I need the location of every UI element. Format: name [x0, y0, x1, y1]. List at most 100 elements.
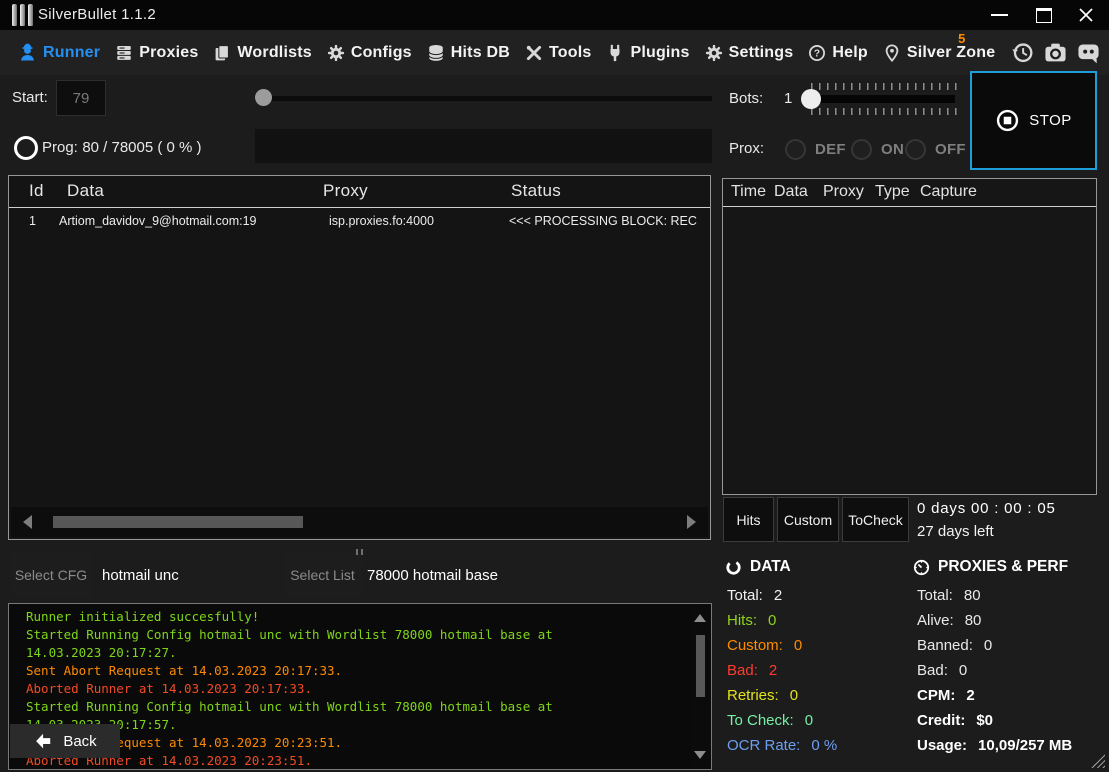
- window-resize-grip[interactable]: [1091, 754, 1105, 768]
- start-slider[interactable]: [255, 88, 712, 108]
- stat-data-ocr-rate: OCR Rate:0 %: [727, 737, 837, 754]
- radio-on-icon[interactable]: [851, 139, 872, 160]
- start-slider-thumb[interactable]: [255, 89, 272, 106]
- proxies-stats-header: PROXIES & PERF: [913, 558, 1068, 576]
- tab-custom[interactable]: Custom: [777, 497, 839, 542]
- discord-button[interactable]: [1076, 41, 1100, 65]
- stop-icon: [995, 108, 1020, 133]
- maximize-button[interactable]: [1030, 5, 1058, 25]
- radio-off-icon[interactable]: [905, 139, 926, 160]
- stat-proxy-bad: Bad: 0: [917, 662, 967, 679]
- row-proxy: isp.proxies.fo:4000: [329, 214, 499, 228]
- splitter-grip[interactable]: [356, 549, 363, 555]
- silver-zone-badge: 5: [958, 31, 965, 46]
- menu-item-settings[interactable]: Settings: [705, 44, 794, 62]
- stat-label: Bad:: [917, 662, 948, 679]
- stat-label: Custom:: [727, 637, 783, 654]
- gauge-icon: [913, 559, 930, 576]
- prox-radio-off[interactable]: OFF: [905, 139, 966, 160]
- row-status: <<< PROCESSING BLOCK: REC: [509, 214, 708, 228]
- stat-value: 80: [965, 612, 982, 629]
- stat-value: 0 %: [811, 737, 837, 754]
- minimize-button[interactable]: [985, 5, 1013, 25]
- stat-label: Usage:: [917, 737, 967, 754]
- menu-item-hits-db[interactable]: Hits DB: [427, 44, 510, 62]
- stat-value: 0: [794, 637, 802, 654]
- close-icon: [1078, 7, 1094, 23]
- hits-col-type: Type: [875, 183, 910, 201]
- select-cfg-button[interactable]: Select CFG: [10, 552, 92, 598]
- scroll-up-arrow-icon[interactable]: [694, 614, 706, 622]
- stat-data-hits: Hits:0: [727, 612, 776, 629]
- select-cfg-label: Select CFG: [15, 567, 87, 583]
- col-header-status: Status: [511, 181, 561, 201]
- menu-item-wordlists[interactable]: Wordlists: [213, 44, 311, 62]
- tab-custom-label: Custom: [784, 512, 832, 528]
- radio-def-icon[interactable]: [785, 139, 806, 160]
- menu-label-silver-zone: Silver Zone: [907, 44, 995, 62]
- back-arrow-icon: [33, 731, 54, 752]
- row-data: Artiom_davidov_9@hotmail.com:19: [59, 214, 321, 228]
- window-title: SilverBullet 1.1.2: [38, 6, 156, 23]
- col-header-id: Id: [29, 181, 44, 201]
- tab-tocheck[interactable]: ToCheck: [842, 497, 909, 542]
- bots-value: 1: [784, 90, 792, 107]
- hits-col-proxy: Proxy: [823, 183, 864, 201]
- data-stats-header: DATA: [725, 558, 791, 576]
- back-button[interactable]: Back: [10, 724, 120, 758]
- scroll-left-arrow-icon[interactable]: [23, 515, 32, 529]
- menu-bar: Runner Proxies Wordlists Configs Hits DB…: [0, 30, 1109, 75]
- tab-hits-label: Hits: [736, 512, 760, 528]
- start-input[interactable]: [56, 80, 106, 116]
- prox-radio-def[interactable]: DEF: [785, 139, 846, 160]
- menu-item-plugins[interactable]: Plugins: [606, 44, 689, 62]
- menu-label-configs: Configs: [351, 44, 412, 62]
- tab-hits[interactable]: Hits: [723, 497, 774, 542]
- horizontal-scroll-thumb[interactable]: [53, 516, 303, 528]
- history-button[interactable]: [1010, 41, 1034, 65]
- log-scrollbar[interactable]: [691, 605, 710, 768]
- menu-item-configs[interactable]: Configs: [327, 44, 412, 62]
- menu-item-tools[interactable]: Tools: [525, 44, 591, 62]
- scroll-down-arrow-icon[interactable]: [694, 751, 706, 759]
- log-scroll-thumb[interactable]: [696, 635, 705, 697]
- progress-bar: [255, 129, 712, 163]
- select-list-button[interactable]: Select List: [283, 552, 362, 598]
- stat-data-total: Total:2: [727, 587, 782, 604]
- camera-icon: [1044, 41, 1067, 64]
- minimize-icon: [991, 14, 1008, 16]
- log-line: 14.03.2023 20:17:27.: [9, 644, 689, 662]
- stat-value: 0: [959, 662, 967, 679]
- horizontal-scrollbar[interactable]: [11, 507, 708, 537]
- stat-proxy-banned: Banned:0: [917, 637, 992, 654]
- menu-item-silver-zone[interactable]: Silver Zone 5: [883, 44, 995, 62]
- stat-proxy-total: Total:80: [917, 587, 981, 604]
- bots-slider-ticks-top: [811, 83, 957, 90]
- menu-label-runner: Runner: [43, 44, 100, 62]
- prox-label: Prox:: [729, 140, 764, 157]
- bots-slider-ticks-bottom: [811, 108, 957, 115]
- stat-label: Hits:: [727, 612, 757, 629]
- menu-item-runner[interactable]: Runner: [18, 43, 100, 62]
- bots-slider[interactable]: [799, 81, 959, 117]
- stat-value: 0: [805, 712, 813, 729]
- data-donut-icon: [725, 559, 742, 576]
- stop-button[interactable]: STOP: [970, 71, 1097, 170]
- screenshot-button[interactable]: [1043, 41, 1067, 65]
- stat-value: 0: [790, 687, 798, 704]
- bots-slider-thumb[interactable]: [801, 89, 821, 109]
- scroll-right-arrow-icon[interactable]: [687, 515, 696, 529]
- menu-item-proxies[interactable]: Proxies: [115, 44, 198, 62]
- prog-value: 80 / 78005 ( 0 % ): [82, 139, 201, 156]
- col-header-data: Data: [67, 181, 104, 201]
- menu-label-tools: Tools: [549, 44, 591, 62]
- prox-radio-on[interactable]: ON: [851, 139, 904, 160]
- select-list-label: Select List: [290, 567, 355, 583]
- menu-label-settings: Settings: [729, 44, 794, 62]
- settings-gear-icon: [705, 44, 723, 62]
- close-button[interactable]: [1072, 5, 1100, 25]
- stat-label: Total:: [917, 587, 953, 604]
- menu-item-help[interactable]: ? Help: [808, 44, 867, 62]
- radio-on-label: ON: [881, 141, 904, 158]
- stat-label: To Check:: [727, 712, 794, 729]
